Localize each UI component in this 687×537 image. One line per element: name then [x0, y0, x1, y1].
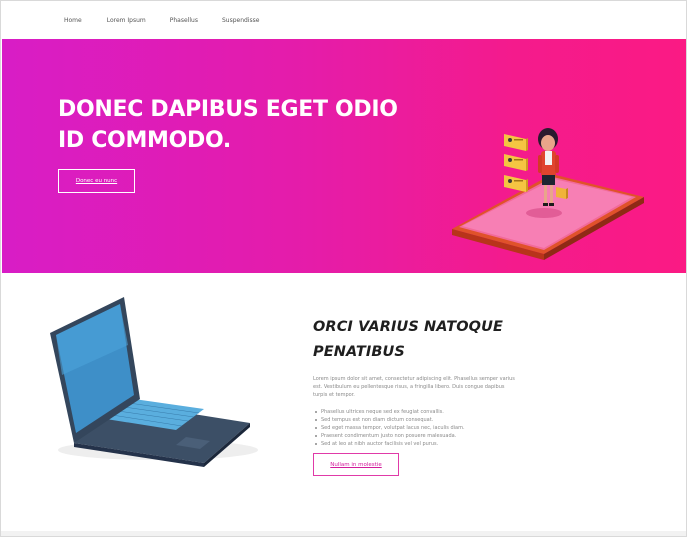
section-title: ORCI VARIUS NATOQUE PENATIBUS [313, 319, 503, 360]
features-section: ORCI VARIUS NATOQUE PENATIBUS Lorem ipsu… [2, 273, 686, 531]
phone-woman-illustration [452, 128, 644, 260]
page-frame: Home Lorem Ipsum Phasellus Suspendisse D… [0, 0, 687, 537]
nav-item-lorem-ipsum[interactable]: Lorem Ipsum [107, 17, 146, 24]
laptop-illustration [50, 297, 258, 467]
hero-title: DONEC DAPIBUS EGET ODIO ID COMMODO. [58, 97, 398, 153]
section-paragraph: Lorem ipsum dolor sit amet, consectetur … [313, 376, 515, 398]
feature-list: Phasellus ultrices neque sed ex feugiat … [313, 408, 533, 448]
hero-cta-button[interactable]: Donec eu nunc [58, 169, 135, 193]
nav-item-home[interactable]: Home [64, 17, 82, 24]
list-item: Sed at leo at nibh auctor facilisis vel … [313, 440, 533, 448]
section-cta-button[interactable]: Nullam in molestie [313, 453, 399, 476]
list-item: Praesent condimentum justo non posuere m… [313, 432, 533, 440]
nav-item-phasellus[interactable]: Phasellus [170, 17, 198, 24]
footer-strip [1, 531, 686, 536]
top-nav: Home Lorem Ipsum Phasellus Suspendisse [1, 1, 686, 39]
list-item: Sed eget massa tempor, volutpat lacus ne… [313, 424, 533, 432]
list-item: Phasellus ultrices neque sed ex feugiat … [313, 408, 533, 416]
chat-card-icons [504, 134, 528, 192]
hero-banner: DONEC DAPIBUS EGET ODIO ID COMMODO. Done… [2, 39, 686, 273]
list-item: Sed tempus est non diam dictum consequat… [313, 416, 533, 424]
nav-item-suspendisse[interactable]: Suspendisse [222, 17, 259, 24]
